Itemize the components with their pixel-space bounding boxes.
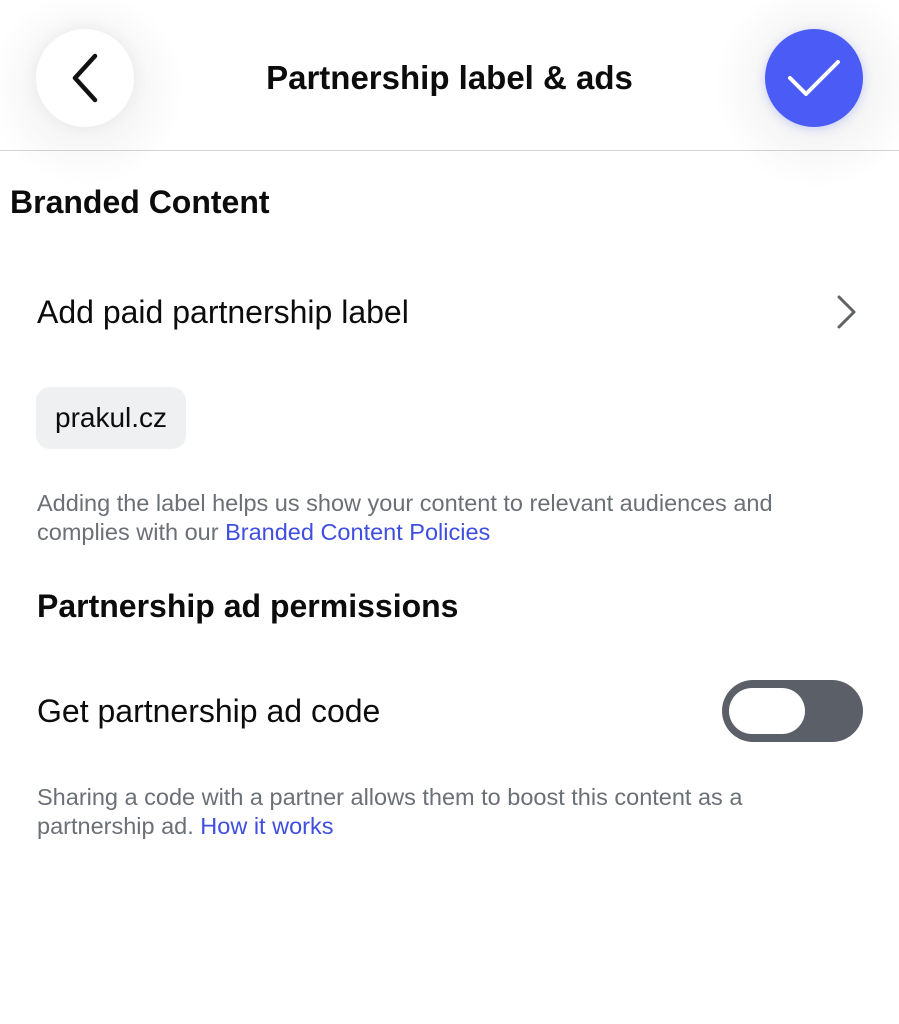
how-it-works-link[interactable]: How it works — [200, 813, 333, 839]
partnership-ad-permissions-heading: Partnership ad permissions — [37, 588, 459, 624]
branded-content-heading: Branded Content — [10, 184, 270, 220]
ad-permissions-helper-body: Sharing a code with a partner allows the… — [37, 784, 743, 839]
ad-permissions-helper-text: Sharing a code with a partner allows the… — [37, 783, 857, 841]
partnership-settings-screen: Partnership label & ads Branded Content … — [0, 0, 899, 1024]
partner-chip[interactable]: prakul.cz — [36, 387, 187, 449]
partnership-ad-code-toggle[interactable] — [722, 680, 863, 742]
checkmark-icon — [788, 60, 840, 96]
branded-content-policies-link[interactable]: Branded Content Policies — [225, 519, 490, 545]
chevron-left-icon — [72, 53, 98, 103]
toggle-knob — [729, 688, 805, 734]
partner-chip-label: prakul.cz — [55, 402, 168, 433]
get-partnership-ad-code-label: Get partnership ad code — [37, 693, 381, 729]
confirm-button[interactable] — [765, 29, 863, 127]
back-button[interactable] — [36, 29, 134, 127]
add-paid-partnership-label-text: Add paid partnership label — [37, 294, 409, 330]
branded-content-helper-text: Adding the label helps us show your cont… — [37, 489, 857, 547]
add-paid-partnership-label-row[interactable]: Add paid partnership label — [0, 290, 899, 334]
page-title: Partnership label & ads — [266, 59, 633, 96]
top-bar: Partnership label & ads — [0, 0, 899, 190]
get-partnership-ad-code-row: Get partnership ad code — [0, 680, 899, 742]
chevron-right-icon — [837, 295, 856, 329]
